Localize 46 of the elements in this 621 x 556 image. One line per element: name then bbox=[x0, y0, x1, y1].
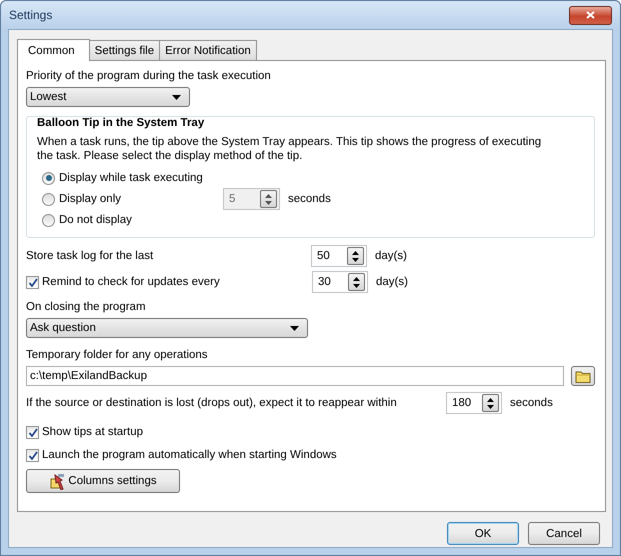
unit-label: day(s) bbox=[376, 276, 408, 288]
field-label: On closing the program bbox=[26, 301, 147, 313]
field-label: Temporary folder for any operations bbox=[26, 349, 209, 361]
caret-icon bbox=[290, 326, 299, 330]
checkbox-label[interactable]: Remind to check for updates every bbox=[42, 276, 312, 288]
checkbox[interactable] bbox=[26, 448, 39, 462]
group-title: Balloon Tip in the System Tray bbox=[35, 117, 206, 129]
radio-button[interactable] bbox=[42, 192, 55, 206]
spin-field[interactable]: 50 bbox=[311, 245, 367, 267]
cancel-button[interactable]: Cancel bbox=[528, 522, 600, 545]
columns-settings-button[interactable]: Columns settings bbox=[26, 469, 180, 493]
radio-button[interactable] bbox=[42, 214, 55, 226]
spin-buttons[interactable] bbox=[482, 394, 499, 412]
close-icon bbox=[586, 11, 595, 19]
checkbox-label[interactable]: Launch the program automatically when starting Windows bbox=[42, 449, 337, 461]
tab[interactable]: Error Notification bbox=[159, 40, 257, 60]
description-text: When a task runs, the tip above the System Tray appears. This tip shows the progress of executing the task. Please select the display method of the tip. bbox=[37, 135, 542, 163]
browse-button[interactable] bbox=[571, 366, 595, 386]
field-label: Priority of the program during the task execution bbox=[26, 70, 272, 82]
tab[interactable]: Settings file bbox=[88, 40, 160, 60]
path-field[interactable]: c:\temp\ExilandBackup bbox=[26, 366, 564, 386]
radio-label[interactable]: Display only bbox=[59, 193, 209, 205]
checkbox[interactable] bbox=[26, 426, 39, 438]
radio-label[interactable]: Do not display bbox=[59, 214, 209, 226]
spin-buttons[interactable] bbox=[347, 247, 364, 265]
tools-icon bbox=[49, 472, 66, 490]
field-label: If the source or destination is lost (drops out), expect it to reappear within bbox=[26, 397, 398, 409]
unit-label: seconds bbox=[510, 397, 553, 409]
checkbox[interactable] bbox=[26, 276, 39, 288]
radio-label[interactable]: Display while task executing bbox=[59, 172, 209, 184]
tab[interactable]: Common bbox=[17, 39, 90, 61]
dropdown[interactable]: Lowest bbox=[26, 87, 190, 107]
spin-buttons[interactable] bbox=[348, 273, 365, 291]
folder-icon bbox=[575, 369, 592, 383]
unit-label: day(s) bbox=[375, 250, 407, 262]
spin-field[interactable]: 180 bbox=[446, 392, 502, 414]
field-label: Store task log for the last bbox=[26, 250, 154, 262]
ok-button[interactable]: OK bbox=[447, 522, 519, 545]
spin-field[interactable]: 30 bbox=[312, 271, 368, 293]
radio-button[interactable] bbox=[42, 172, 55, 184]
dropdown[interactable]: Ask question bbox=[26, 318, 308, 338]
window-title: Settings bbox=[9, 8, 52, 22]
unit-label: seconds bbox=[288, 193, 331, 205]
caret-icon bbox=[172, 94, 181, 100]
checkbox-label[interactable]: Show tips at startup bbox=[42, 426, 143, 438]
close-button[interactable] bbox=[569, 6, 612, 24]
